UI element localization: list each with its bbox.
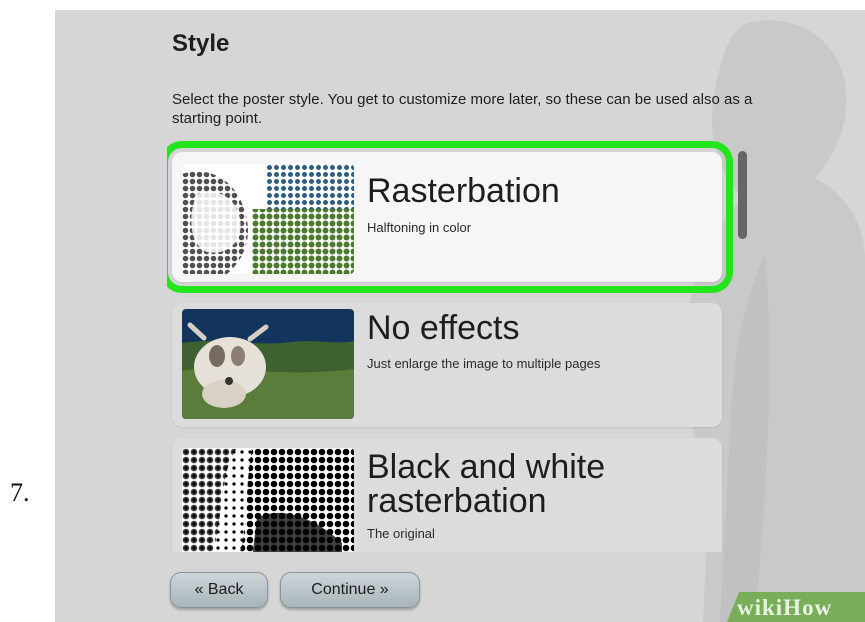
continue-button[interactable]: Continue »: [280, 572, 420, 608]
style-title: No effects: [367, 309, 520, 347]
black-and-white-rasterbation-thumbnail: [182, 448, 354, 552]
cow-photo-thumbnail: [182, 309, 354, 419]
style-title: Black and white rasterbation: [367, 448, 606, 520]
rasterbator-screen: Style Select the poster style. You get t…: [55, 10, 865, 622]
style-option-no-effects[interactable]: No effects Just enlarge the image to mul…: [172, 303, 722, 427]
style-subtitle: The original: [367, 526, 435, 541]
wikihow-watermark: wikiHow: [737, 595, 833, 620]
style-options-list[interactable]: Rasterbation Halftoning in color No effe…: [167, 140, 757, 552]
style-title: Rasterbation: [367, 172, 560, 210]
style-subtitle: Halftoning in color: [367, 220, 472, 235]
step-number: 7.: [10, 478, 30, 507]
page-description: Select the poster style. You get to cust…: [172, 91, 753, 127]
page-title: Style: [172, 30, 230, 57]
rasterbation-thumbnail: [182, 164, 354, 274]
back-button[interactable]: « Back: [170, 572, 268, 608]
style-option-rasterbation[interactable]: Rasterbation Halftoning in color: [167, 141, 733, 293]
style-option-black-and-white-rasterbation[interactable]: Black and white rasterbation The origina…: [172, 438, 722, 552]
vertical-scrollbar-thumb[interactable]: [738, 151, 747, 239]
style-subtitle: Just enlarge the image to multiple pages: [367, 356, 601, 371]
